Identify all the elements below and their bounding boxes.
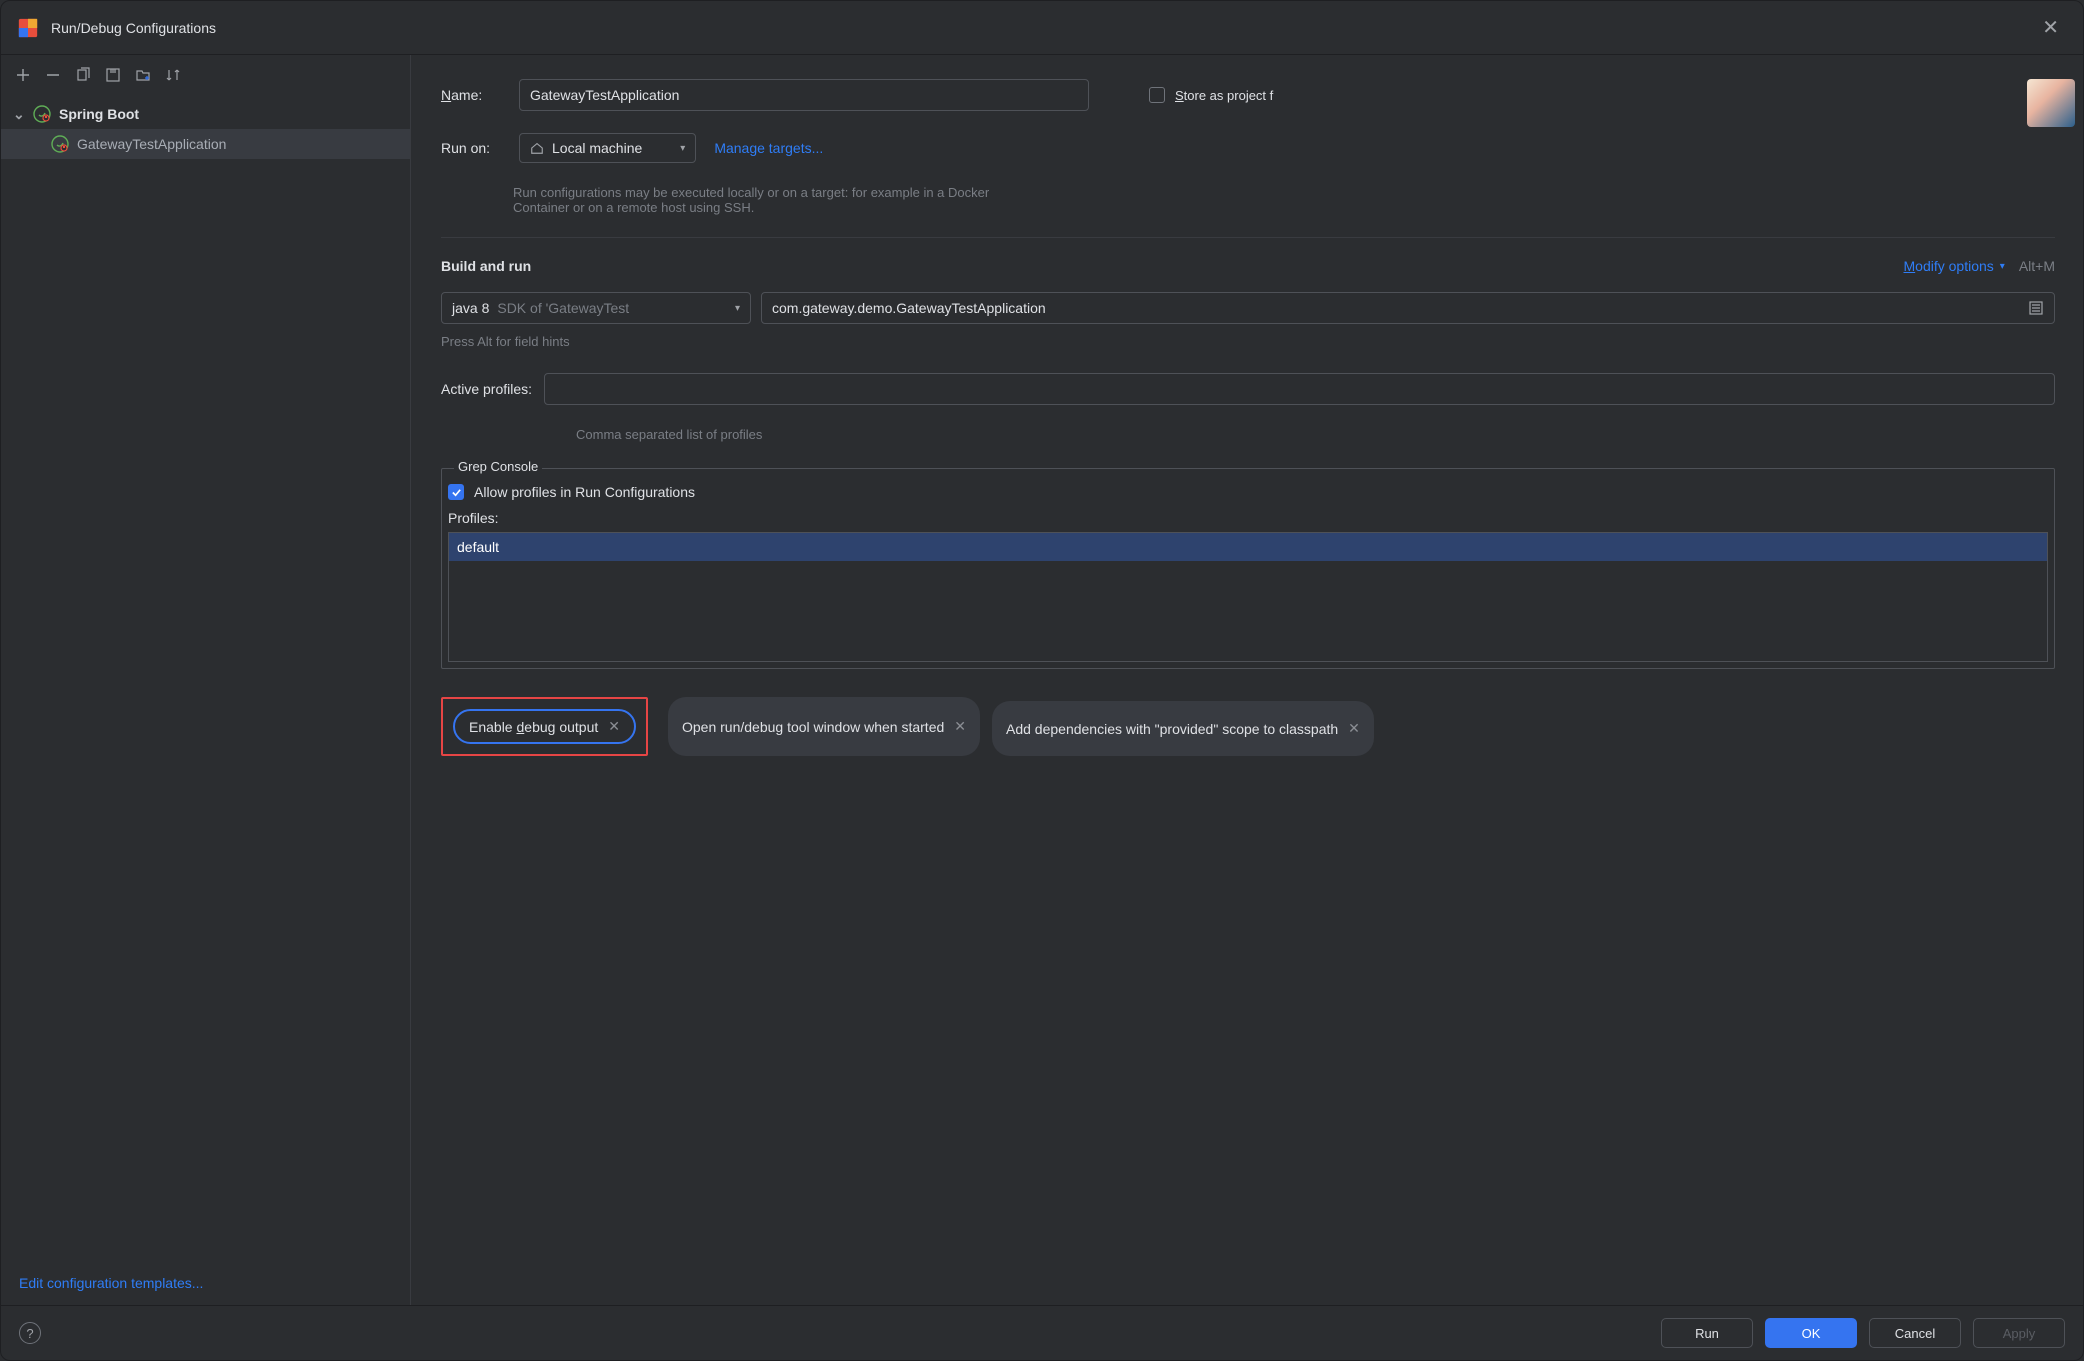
allow-profiles-label: Allow profiles in Run Configurations	[474, 484, 695, 500]
chip-label: Add dependencies with "provided" scope t…	[1006, 721, 1338, 737]
help-icon[interactable]: ?	[19, 1322, 41, 1344]
close-icon[interactable]: ✕	[608, 718, 620, 735]
copy-config-icon[interactable]	[73, 65, 93, 85]
manage-targets-link[interactable]: Manage targets...	[714, 140, 823, 156]
folder-config-icon[interactable]	[133, 65, 153, 85]
highlight-box: Enable debug output ✕	[441, 697, 648, 756]
profiles-label: Profiles:	[448, 510, 2048, 526]
store-as-project-file-checkbox[interactable]	[1149, 87, 1165, 103]
tree-node-springboot[interactable]: ⌄ Spring Boot	[1, 99, 410, 129]
chip-label: Open run/debug tool window when started	[682, 719, 944, 735]
sdk-dropdown[interactable]: java 8 SDK of 'GatewayTest ▾	[441, 292, 751, 324]
edit-templates-link[interactable]: Edit configuration templates...	[19, 1275, 203, 1291]
name-label: Name:	[441, 87, 519, 103]
chevron-down-icon: ⌄	[13, 106, 27, 123]
modify-options-link[interactable]: Modify options▾	[1904, 258, 2005, 274]
add-config-icon[interactable]	[13, 65, 33, 85]
chip-enable-debug-output[interactable]: Enable debug output ✕	[453, 709, 636, 744]
sidebar-toolbar	[1, 55, 410, 95]
tree-node-gatewaytest[interactable]: GatewayTestApplication	[1, 129, 410, 159]
chip-label: Enable debug output	[469, 719, 598, 735]
list-icon[interactable]	[2028, 300, 2044, 316]
build-run-title: Build and run	[441, 258, 1904, 274]
sidebar: ⌄ Spring Boot GatewayTestApplication Edi…	[1, 55, 411, 1305]
home-icon	[530, 141, 544, 155]
close-icon[interactable]: ✕	[2034, 11, 2067, 44]
sdk-hint: SDK of 'GatewayTest	[497, 300, 735, 316]
close-icon[interactable]: ✕	[1348, 720, 1360, 737]
run-on-label: Run on:	[441, 140, 519, 156]
profiles-item-default[interactable]: default	[449, 533, 2047, 561]
main-class-input[interactable]: com.gateway.demo.GatewayTestApplication	[761, 292, 2055, 324]
run-on-value: Local machine	[552, 140, 642, 156]
active-profiles-label: Active profiles:	[441, 381, 532, 397]
run-button[interactable]: Run	[1661, 1318, 1753, 1348]
remove-config-icon[interactable]	[43, 65, 63, 85]
profiles-listbox[interactable]: default	[448, 532, 2048, 662]
save-config-icon[interactable]	[103, 65, 123, 85]
spring-icon	[51, 135, 69, 153]
config-panel: Name: Store as project f Run on: Local m…	[411, 55, 2083, 1305]
main-class-value: com.gateway.demo.GatewayTestApplication	[772, 300, 2028, 316]
name-input[interactable]	[519, 79, 1089, 111]
cancel-button[interactable]: Cancel	[1869, 1318, 1961, 1348]
dialog-title: Run/Debug Configurations	[51, 20, 2034, 36]
ok-button[interactable]: OK	[1765, 1318, 1857, 1348]
sdk-value: java 8	[452, 300, 489, 316]
chevron-down-icon: ▾	[680, 143, 685, 154]
tree-parent-label: Spring Boot	[59, 106, 139, 122]
chip-provided-scope[interactable]: Add dependencies with "provided" scope t…	[992, 701, 1374, 756]
options-chips: Enable debug output ✕ Open run/debug too…	[441, 697, 2055, 756]
run-on-dropdown[interactable]: Local machine ▾	[519, 133, 696, 163]
titlebar: Run/Debug Configurations ✕	[1, 1, 2083, 55]
store-as-label: Store as project f	[1175, 88, 1273, 103]
chevron-down-icon: ▾	[2000, 261, 2005, 272]
close-icon[interactable]: ✕	[954, 718, 966, 735]
config-tree: ⌄ Spring Boot GatewayTestApplication	[1, 95, 410, 1261]
grep-console-fieldset: Grep Console Allow profiles in Run Confi…	[441, 468, 2055, 669]
apply-button[interactable]: Apply	[1973, 1318, 2065, 1348]
allow-profiles-checkbox[interactable]	[448, 484, 464, 500]
app-logo-icon	[17, 17, 39, 39]
project-thumbnail	[2027, 79, 2075, 127]
active-profiles-hint: Comma separated list of profiles	[576, 427, 2055, 442]
bottom-bar: ? Run OK Cancel Apply	[1, 1305, 2083, 1360]
field-hints: Press Alt for field hints	[441, 334, 2055, 349]
modify-shortcut: Alt+M	[2019, 258, 2055, 274]
sort-config-icon[interactable]	[163, 65, 183, 85]
grep-console-legend: Grep Console	[454, 459, 542, 474]
spring-icon	[33, 105, 51, 123]
chip-open-tool-window[interactable]: Open run/debug tool window when started …	[668, 697, 980, 756]
chevron-down-icon: ▾	[735, 303, 740, 314]
active-profiles-input[interactable]	[544, 373, 2055, 405]
tree-child-label: GatewayTestApplication	[77, 136, 226, 152]
run-on-help: Run configurations may be executed local…	[513, 185, 1033, 215]
divider	[441, 237, 2055, 238]
